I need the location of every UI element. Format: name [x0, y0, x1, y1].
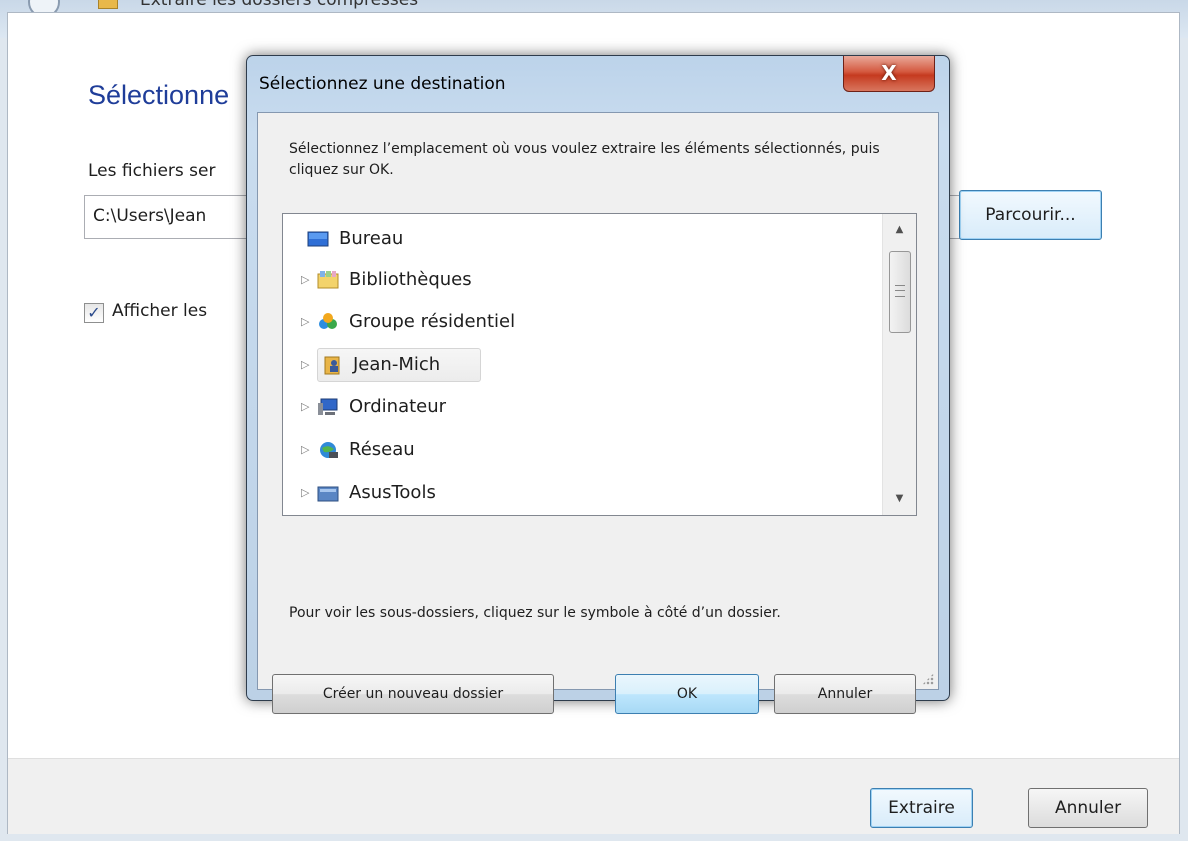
tree-scrollbar[interactable]: ▲ ▼	[882, 214, 916, 515]
show-files-checkbox[interactable]: ✓	[84, 303, 104, 323]
dialog-cancel-button[interactable]: Annuler	[774, 674, 916, 714]
tree-item-label: Ordinateur	[349, 396, 447, 417]
destination-label: Les fichiers ser	[88, 161, 216, 181]
zip-folder-icon	[98, 0, 118, 9]
tree-item-label: AsusTools	[349, 482, 436, 503]
tree-item-label: Bibliothèques	[349, 269, 472, 290]
browse-button[interactable]: Parcourir...	[959, 190, 1102, 240]
scroll-thumb[interactable]	[889, 251, 911, 333]
tree-item-asustools[interactable]: ▷ AsusTools	[283, 475, 883, 511]
user-folder-icon	[324, 356, 340, 375]
network-icon	[320, 442, 338, 458]
dialog-title: Sélectionnez une destination	[259, 74, 506, 94]
expand-arrow-icon[interactable]: ▷	[301, 347, 311, 383]
folder-icon	[317, 486, 339, 502]
expand-arrow-icon[interactable]: ▷	[301, 475, 311, 511]
computer-icon	[318, 398, 338, 415]
resize-grip-icon[interactable]	[922, 673, 934, 685]
wizard-heading: Sélectionne	[88, 80, 230, 110]
expand-arrow-icon[interactable]: ▷	[301, 304, 311, 340]
libraries-icon	[317, 271, 339, 289]
tree-item-label: Groupe résidentiel	[349, 311, 516, 332]
expand-arrow-icon[interactable]: ▷	[301, 389, 311, 425]
expand-arrow-icon[interactable]: ▷	[301, 262, 311, 298]
desktop-icon	[307, 231, 329, 247]
tree-item-label: Jean-Mich	[353, 354, 441, 375]
homegroup-icon	[319, 313, 337, 329]
scroll-up-arrow-icon[interactable]: ▲	[883, 216, 916, 244]
tree-item-reseau[interactable]: ▷ Réseau	[283, 432, 883, 468]
subfolder-hint: Pour voir les sous-dossiers, cliquez sur…	[289, 605, 781, 621]
ok-button[interactable]: OK	[615, 674, 759, 714]
dialog-body: Sélectionnez l’emplacement où vous voule…	[257, 112, 939, 714]
tree-item-ordinateur[interactable]: ▷ Ordinateur	[283, 389, 883, 425]
extract-button[interactable]: Extraire	[870, 788, 973, 828]
tree-item-bibliotheques[interactable]: ▷ Bibliothèques	[283, 262, 883, 298]
tree-item-bureau[interactable]: Bureau	[283, 221, 883, 257]
show-files-label: Afficher les	[112, 301, 208, 321]
tree-item-groupe-residentiel[interactable]: ▷ Groupe résidentiel	[283, 304, 883, 340]
tree-item-label: Réseau	[349, 439, 415, 460]
expand-arrow-icon[interactable]: ▷	[301, 432, 311, 468]
wizard-cancel-button[interactable]: Annuler	[1028, 788, 1148, 828]
folder-tree[interactable]: Bureau ▷ Bibliothèques ▷ Groupe résident…	[282, 213, 917, 516]
wizard-footer: Extraire Annuler	[8, 758, 1179, 834]
dialog-instructions: Sélectionnez l’emplacement où vous voule…	[289, 141, 880, 178]
scroll-down-arrow-icon[interactable]: ▼	[883, 485, 916, 513]
tree-item-label: Bureau	[339, 228, 404, 249]
close-icon[interactable]: X	[843, 56, 935, 92]
new-folder-button[interactable]: Créer un nouveau dossier	[272, 674, 554, 714]
wizard-window-title: Extraire les dossiers compressés	[140, 0, 419, 10]
tree-item-jean-mich[interactable]: ▷ Jean-Mich	[283, 347, 883, 383]
select-destination-dialog: Sélectionnez une destination X Sélection…	[246, 55, 950, 714]
